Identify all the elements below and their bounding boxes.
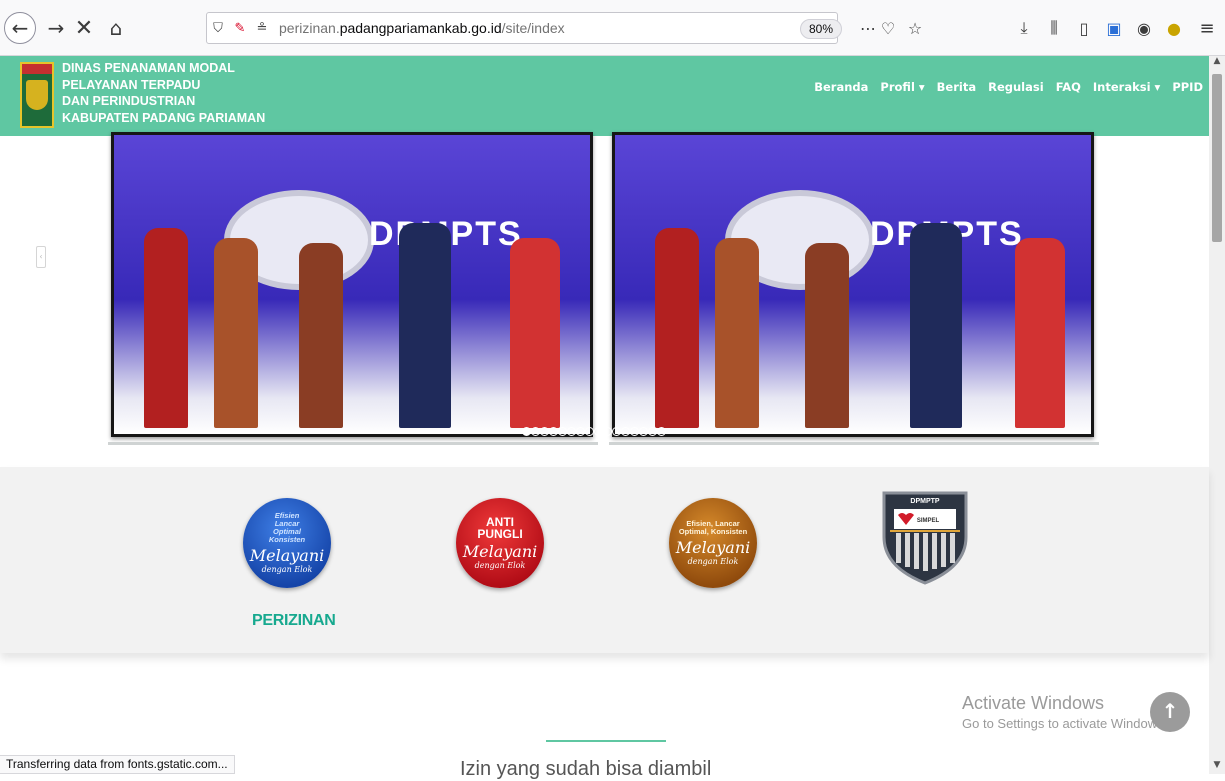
section-divider — [546, 740, 666, 742]
shield-icon[interactable]: ⛉ — [207, 21, 229, 36]
account-icon[interactable]: ◉ — [1129, 19, 1159, 38]
nav-interaksi[interactable]: Interaksi ▾ — [1087, 80, 1166, 94]
nav-berita[interactable]: Berita — [931, 80, 982, 94]
badge-anti-pungli[interactable]: ANTI PUNGLI Melayani dengan Elok — [456, 498, 544, 588]
nav-faq[interactable]: FAQ — [1050, 80, 1087, 94]
logo-crest-icon — [26, 80, 48, 110]
carousel-dot[interactable] — [549, 427, 558, 436]
nav-profil[interactable]: Profil ▾ — [874, 80, 930, 94]
nav-beranda[interactable]: Beranda — [808, 80, 874, 94]
logo[interactable] — [20, 62, 54, 128]
carousel-dot[interactable] — [576, 427, 585, 436]
site-header: DINAS PENANAMAN MODAL PELAYANAN TERPADU … — [0, 56, 1209, 136]
carousel-dots — [522, 427, 666, 436]
agency-line-2: PELAYANAN TERPADU — [62, 77, 201, 92]
scroll-up-icon[interactable]: ▲ — [1209, 56, 1225, 70]
browser-toolbar: ← → ✕ ⌂ ⛉ ✎ ≗ perizinan.padangpariamanka… — [0, 0, 1225, 56]
nav-ppid[interactable]: PPID — [1166, 80, 1209, 94]
activate-windows-watermark: Activate Windows Go to Settings to activ… — [962, 692, 1167, 734]
stop-icon[interactable]: ✕ — [68, 12, 100, 44]
menu-icon[interactable]: ≡ — [1189, 18, 1225, 39]
person-figure — [399, 223, 451, 428]
activate-title: Activate Windows — [962, 693, 1105, 713]
person-figure — [299, 243, 343, 428]
badge-script: dengan Elok — [261, 565, 313, 574]
badge-efisien-lancar[interactable]: Efisien, Lancar Optimal, Konsisten Melay… — [669, 498, 757, 588]
slide-shadow — [108, 442, 598, 445]
carousel-slide-1[interactable]: DPMPTS — [111, 132, 593, 437]
scroll-to-top-icon[interactable]: ↑ — [1150, 692, 1190, 732]
person-figure — [144, 228, 188, 428]
carousel-dot[interactable] — [603, 427, 612, 436]
carousel-dot[interactable] — [657, 427, 666, 436]
library-icon[interactable]: ⫼ — [1039, 18, 1069, 38]
agency-name[interactable]: DINAS PENANAMAN MODAL PELAYANAN TERPADU … — [62, 60, 282, 126]
carousel-dot[interactable] — [621, 427, 630, 436]
main-nav: Beranda Profil ▾ Berita Regulasi FAQ Int… — [808, 80, 1209, 94]
carousel-slide-2[interactable]: DPMPTS — [612, 132, 1094, 437]
badge-script: Melayani — [462, 542, 538, 561]
nav-regulasi[interactable]: Regulasi — [982, 80, 1050, 94]
scrollbar-thumb[interactable] — [1212, 74, 1222, 242]
feature-band: Efisien Lancar Optimal Konsisten Melayan… — [0, 467, 1209, 653]
carousel-dot[interactable] — [648, 427, 657, 436]
permissions-icon[interactable]: ✎ — [229, 21, 251, 36]
carousel-dot[interactable] — [531, 427, 540, 436]
badge-text: Konsisten — [268, 535, 306, 544]
badge-efisien[interactable]: Efisien Lancar Optimal Konsisten Melayan… — [243, 498, 331, 588]
badge-text: PUNGLI — [477, 527, 523, 541]
person-figure — [715, 238, 759, 428]
slide-shadow — [609, 442, 1099, 445]
sidebar-icon[interactable]: ▯ — [1069, 19, 1099, 38]
site-info-icon[interactable]: ≗ — [251, 21, 273, 36]
carousel-dot[interactable] — [594, 427, 603, 436]
logo-band — [22, 64, 52, 74]
shield-name-text: SIMPEL — [917, 518, 940, 524]
agency-line-1: DINAS PENANAMAN MODAL — [62, 61, 235, 75]
address-bar[interactable]: ⛉ ✎ ≗ perizinan.padangpariamankab.go.id/… — [206, 12, 838, 44]
back-icon[interactable]: ← — [4, 12, 36, 44]
zoom-indicator[interactable]: 80% — [800, 19, 843, 39]
carousel-dot[interactable] — [567, 427, 576, 436]
badge-script: dengan Elok — [474, 561, 526, 570]
toolbar-right: ⤓ ⫼ ▯ ▣ ◉ ● ≡ — [1009, 12, 1225, 44]
carousel-dot[interactable] — [639, 427, 648, 436]
badge-script: dengan Elok — [687, 557, 739, 566]
browser-status-bar: Transferring data from fonts.gstatic.com… — [0, 755, 235, 774]
carousel-dot[interactable] — [630, 427, 639, 436]
simpel-shield-icon[interactable]: DPMPTP SIMPEL — [880, 487, 970, 585]
shield-top-text: DPMPTP — [910, 498, 940, 505]
download-icon[interactable]: ⤓ — [1009, 18, 1039, 38]
url-text[interactable]: perizinan.padangpariamankab.go.id/site/i… — [279, 20, 565, 36]
badge-text: Optimal, Konsisten — [678, 527, 748, 536]
carousel-prev-icon[interactable]: ‹ — [36, 246, 46, 268]
person-figure — [805, 243, 849, 428]
bookmark-star-icon[interactable]: ☆ — [899, 12, 931, 44]
badge-script: Melayani — [249, 546, 325, 565]
person-figure — [1015, 238, 1065, 428]
agency-line-4: KABUPATEN PADANG PARIAMAN — [62, 110, 266, 125]
carousel-dot[interactable] — [585, 427, 594, 436]
badge-script: Melayani — [675, 538, 751, 557]
person-figure — [214, 238, 258, 428]
carousel-dot[interactable] — [558, 427, 567, 436]
agency-line-3: DAN PERINDUSTRIAN — [62, 94, 196, 108]
addon-icon[interactable]: ● — [1159, 19, 1189, 38]
person-figure — [655, 228, 699, 428]
home-icon[interactable]: ⌂ — [100, 12, 132, 44]
carousel-dot[interactable] — [522, 427, 531, 436]
section-heading: Izin yang sudah bisa diambil — [460, 758, 712, 780]
carousel-dot[interactable] — [540, 427, 549, 436]
activate-subtitle: Go to Settings to activate Windows. — [962, 716, 1168, 731]
extension-icon[interactable]: ▣ — [1099, 19, 1129, 38]
person-figure — [510, 238, 560, 428]
carousel-dot[interactable] — [612, 427, 621, 436]
scroll-down-icon[interactable]: ▼ — [1209, 760, 1225, 774]
person-figure — [910, 223, 962, 428]
perizinan-label[interactable]: PERIZINAN — [252, 612, 336, 630]
